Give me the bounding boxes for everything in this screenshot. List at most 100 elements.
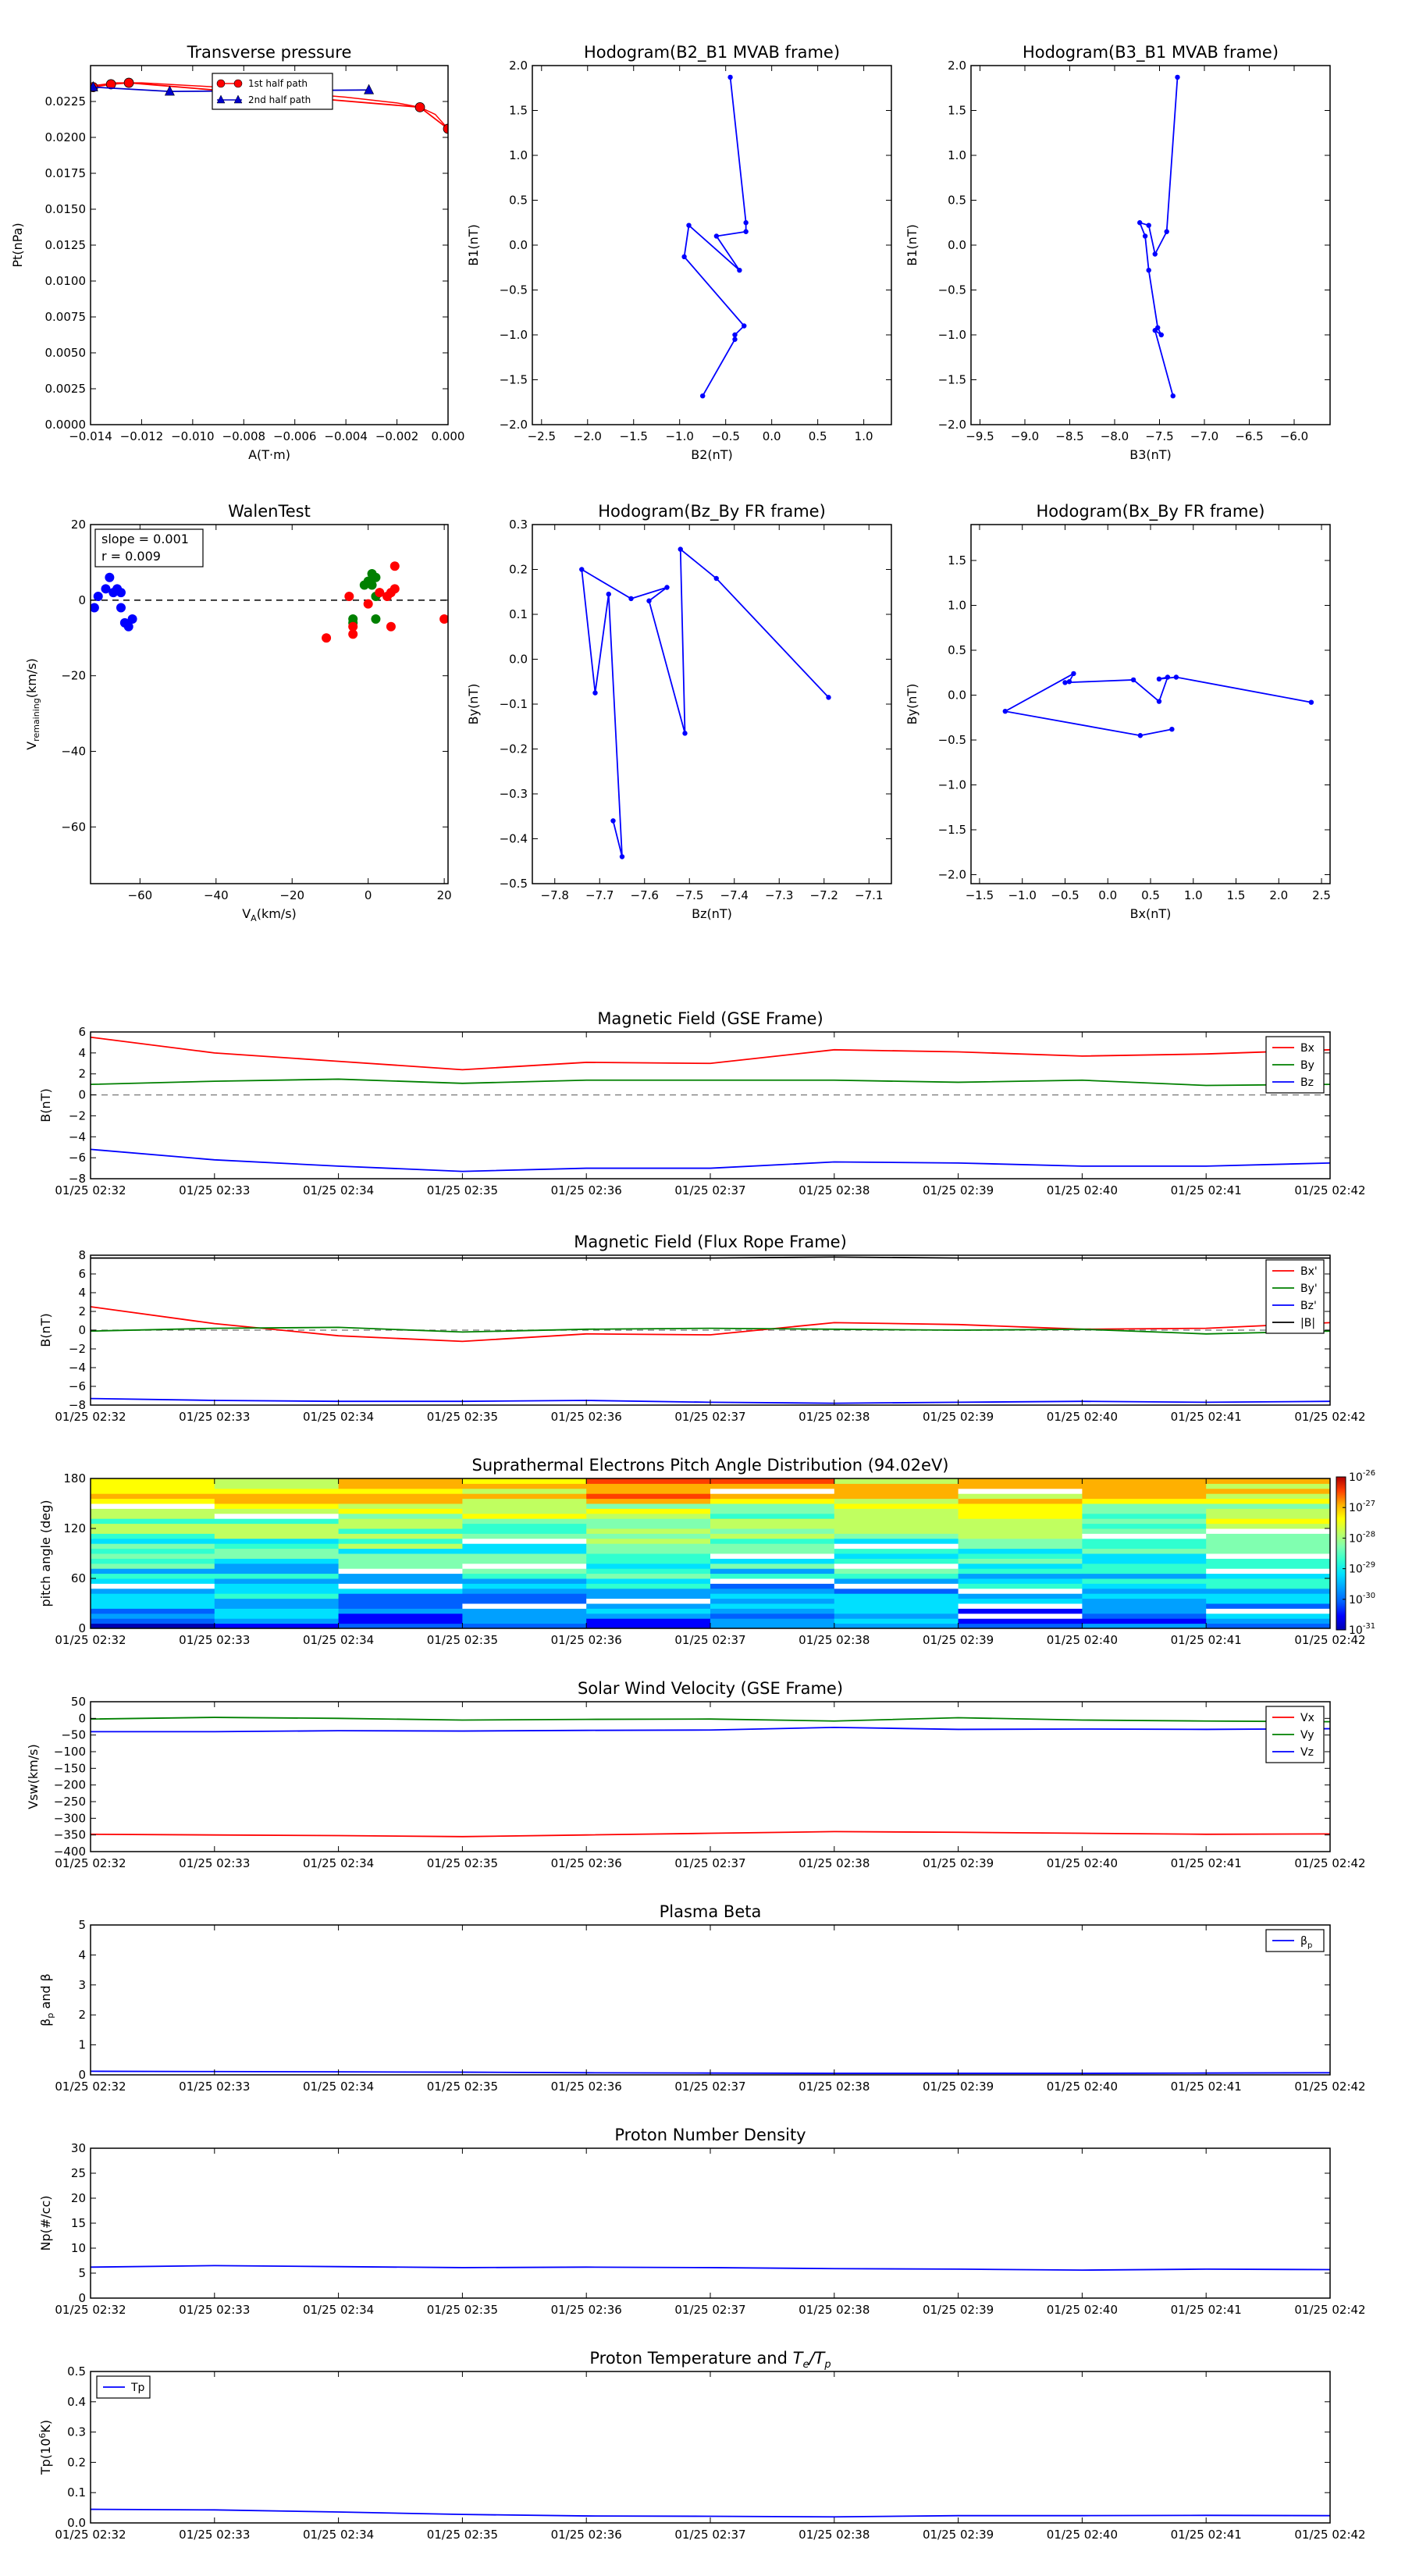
text-span: β xyxy=(1300,1935,1307,1948)
temp-chart: 0.00.10.20.30.40.501/25 02:32 01/25 02:33… xyxy=(37,2349,1366,2542)
pad-cell xyxy=(834,1558,959,1564)
pad-cell xyxy=(834,1598,959,1604)
pad-cell xyxy=(1082,1513,1207,1519)
hodo_bxby-ytick-label: 1.0 xyxy=(948,599,966,613)
text-span: -31 xyxy=(1363,1622,1375,1631)
text-span: p xyxy=(45,2013,55,2019)
pad-cell xyxy=(338,1523,463,1529)
hodo_bzby-chart: −0.5 −0.4 −0.3 −0.2 −0.1 0.0 0.1 0.2 0.3 −7.8 −7.7… xyxy=(466,502,892,921)
pad-cell xyxy=(338,1608,463,1614)
pad-cell xyxy=(214,1613,340,1619)
pad-cell xyxy=(462,1483,587,1489)
pad-xtick-label: 01/25 02:35 xyxy=(427,1633,498,1647)
density-xtick-label: 01/25 02:33 xyxy=(179,2303,250,2317)
temp-xtick-label: 01/25 02:34 xyxy=(303,2528,374,2542)
pad-cell xyxy=(214,1538,340,1544)
mag_fr-xtick-label: 01/25 02:37 xyxy=(674,1410,745,1424)
hodo_bxby-series-0-point xyxy=(1130,677,1136,683)
pad-cell xyxy=(710,1488,835,1494)
beta-ytick-label: 3 xyxy=(78,1978,86,1992)
text-span: Bz' xyxy=(1300,1300,1317,1312)
hodo_b3b1-xtick-label: −8.5 xyxy=(1055,429,1083,443)
transverse-ytick-label: 0.0125 xyxy=(45,238,87,252)
pad-cell xyxy=(1082,1548,1207,1554)
pad-cell xyxy=(1082,1488,1207,1494)
text-span: remaining xyxy=(31,698,41,742)
mag_fr-title: Magnetic Field (Flux Rope Frame) xyxy=(574,1233,847,1251)
pad-cell xyxy=(958,1503,1083,1509)
hodo_b3b1-plot-area xyxy=(1137,74,1180,399)
beta-ylabel: βp and β xyxy=(38,1973,55,2026)
hodo_b2b1-xtick-label: −1.0 xyxy=(665,429,693,443)
hodo_bxby-series-0-point xyxy=(1308,699,1314,705)
pad-cell xyxy=(710,1508,835,1514)
pad-cell xyxy=(1206,1508,1331,1514)
transverse-ytick-label: 0.0075 xyxy=(45,310,87,324)
pad-cell xyxy=(1206,1583,1331,1589)
pad-cell xyxy=(214,1478,340,1484)
pad-cell xyxy=(91,1478,215,1484)
pad-cell xyxy=(91,1543,215,1550)
pad-cell xyxy=(834,1538,959,1544)
pad-cell xyxy=(834,1513,959,1519)
hodo_bzby-ytick-label: −0.1 xyxy=(500,697,528,711)
pad-cell xyxy=(586,1518,711,1525)
pad-cell xyxy=(91,1578,215,1584)
density-xtick-label: 01/25 02:38 xyxy=(799,2303,870,2317)
pad-cell xyxy=(586,1538,711,1544)
pad-cell xyxy=(586,1508,711,1514)
transverse-ytick-label: 0.0100 xyxy=(45,274,87,288)
mag_fr-xtick-label: 01/25 02:39 xyxy=(923,1410,994,1424)
pad-cell xyxy=(586,1578,711,1584)
beta-xtick-label: 01/25 02:41 xyxy=(1171,2080,1242,2094)
beta-xtick-label: 01/25 02:32 xyxy=(55,2080,126,2094)
hodo_b3b1-series-0-point xyxy=(1146,268,1151,273)
hodo_bzby-xtick-label: −7.6 xyxy=(631,888,659,902)
pad-cell xyxy=(1206,1558,1331,1564)
pad-cell xyxy=(91,1583,215,1589)
temp-ylabel: Tp(106K) xyxy=(37,2420,53,2475)
density-xtick-label: 01/25 02:36 xyxy=(551,2303,622,2317)
pad-cell xyxy=(710,1523,835,1529)
transverse-xtick-label: −0.008 xyxy=(222,429,266,443)
text-span: 10 xyxy=(1349,1624,1363,1637)
pad-cell xyxy=(834,1518,959,1525)
hodo_bxby-series-0-point xyxy=(1169,727,1175,732)
temp-xtick-label: 01/25 02:35 xyxy=(427,2528,498,2542)
pad-cell xyxy=(710,1518,835,1525)
hodo_bxby-ytick-label: −2.0 xyxy=(938,868,966,882)
transverse-chart: 0.00000.00250.00500.00750.01000.01250.01… xyxy=(10,43,464,462)
walen-series-0-point xyxy=(116,603,126,613)
text-span: B3(nT) xyxy=(1129,447,1172,462)
hodo_bzby-series-0-point xyxy=(646,598,652,603)
text-span: Np(#/cc) xyxy=(38,2196,53,2251)
pad-cell xyxy=(834,1583,959,1589)
density-title: Proton Number Density xyxy=(614,2126,806,2144)
hodo_bzby-xtick-label: −7.5 xyxy=(675,888,703,902)
temp-xtick-label: 01/25 02:37 xyxy=(674,2528,745,2542)
pad-cell xyxy=(462,1533,587,1539)
text-span: 10 xyxy=(1349,1594,1363,1606)
vsw-xtick-label: 01/25 02:32 xyxy=(55,1856,126,1870)
hodo_b3b1-ytick-label: −0.5 xyxy=(938,283,966,297)
pad-cell xyxy=(462,1513,587,1519)
walen-ytick-label: −40 xyxy=(61,745,86,759)
pad-cell xyxy=(338,1498,463,1504)
pad-xtick-label: 01/25 02:41 xyxy=(1171,1633,1242,1647)
transverse-legend-marker xyxy=(233,79,243,88)
hodo_bzby-ytick-label: −0.4 xyxy=(500,832,528,846)
text-span: Proton Number Density xyxy=(614,2126,806,2144)
temp-xtick-label: 01/25 02:42 xyxy=(1294,2528,1365,2542)
text-span: Vsw(km/s) xyxy=(26,1744,41,1809)
temp-xtick-label: 01/25 02:36 xyxy=(551,2528,622,2542)
pad-cell xyxy=(91,1568,215,1574)
text-span: Bx(nT) xyxy=(1130,906,1172,921)
pad-cell xyxy=(214,1558,340,1564)
pad-cell xyxy=(91,1558,215,1564)
mag_fr-legend-label: |B| xyxy=(1300,1317,1315,1329)
pad-cell xyxy=(338,1478,463,1484)
pad-cell xyxy=(338,1578,463,1584)
mag_gse-xtick-label: 01/25 02:42 xyxy=(1294,1183,1365,1197)
pad-cell xyxy=(710,1503,835,1509)
mag_fr-xtick-label: 01/25 02:40 xyxy=(1047,1410,1118,1424)
